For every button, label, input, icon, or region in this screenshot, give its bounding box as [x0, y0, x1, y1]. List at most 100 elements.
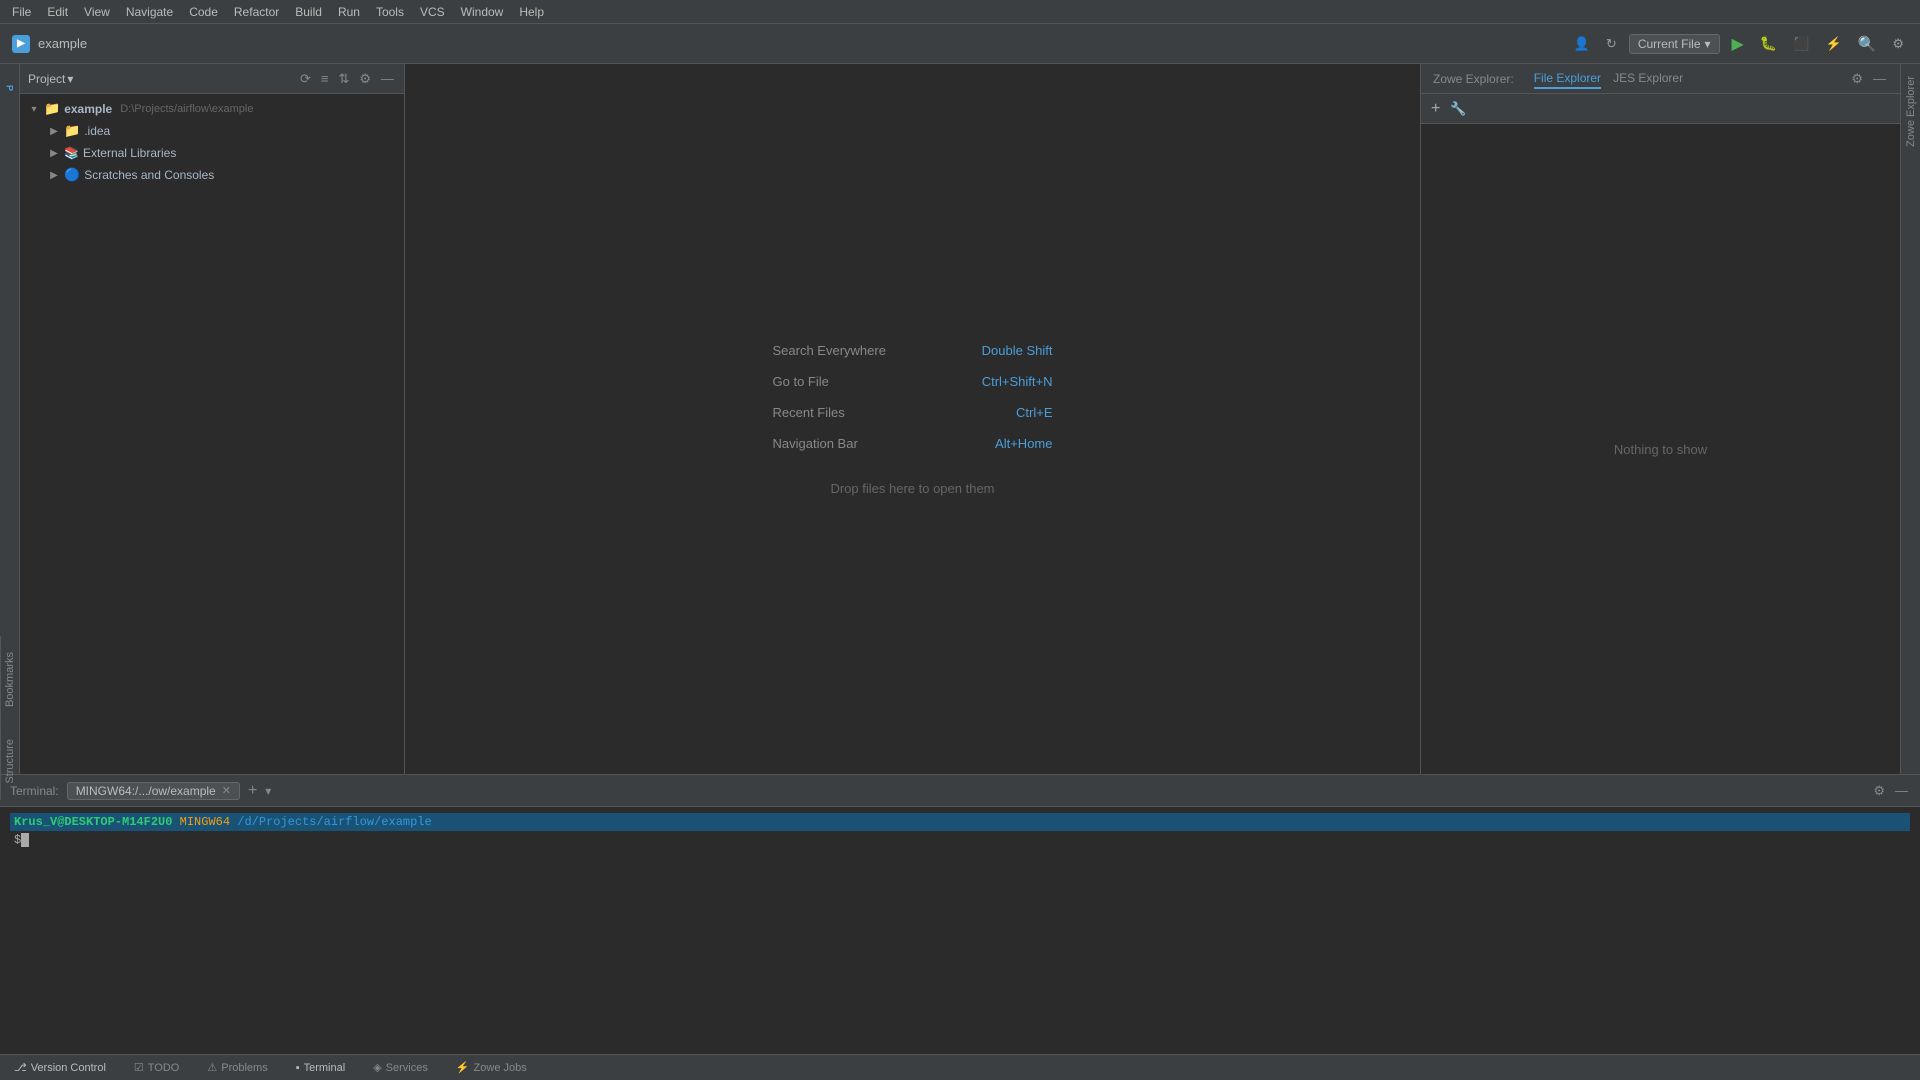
terminal-space2 — [230, 815, 237, 829]
status-services[interactable]: ◈ Services — [367, 1059, 434, 1076]
terminal-user: Krus_V@DESKTOP-M14F2U0 — [14, 815, 172, 829]
services-icon: ◈ — [373, 1061, 381, 1074]
profile-icon[interactable]: 👤 — [1570, 34, 1594, 54]
menu-file[interactable]: File — [4, 3, 39, 21]
project-dropdown[interactable]: Project ▾ — [28, 72, 73, 86]
tree-ext-icon: 📚 — [64, 146, 79, 160]
tree-root-icon: 📁 — [44, 101, 60, 117]
minimize-panel-icon[interactable]: — — [379, 70, 396, 88]
terminal-line-1: Krus_V@DESKTOP-M14F2U0 MINGW64 /d/Projec… — [10, 813, 1910, 831]
collapse-all-icon[interactable]: ⟳ — [298, 70, 313, 88]
menu-code[interactable]: Code — [181, 3, 226, 21]
run-config-label: Current File — [1638, 37, 1701, 51]
shortcut-row: Recent Files Ctrl+E — [773, 405, 1053, 420]
tree-scratch-label: Scratches and Consoles — [84, 168, 214, 182]
right-sidebar: Zowe Explorer — [1900, 64, 1920, 774]
terminal-dropdown-icon[interactable]: ▾ — [265, 784, 271, 798]
project-sidebar-tab[interactable]: P — [2, 68, 18, 108]
shortcut-key: Ctrl+E — [1016, 405, 1052, 420]
menu-build[interactable]: Build — [287, 3, 330, 21]
terminal-tab[interactable]: MINGW64:/.../ow/example ✕ — [67, 782, 240, 800]
right-panel-body: Nothing to show — [1421, 124, 1900, 774]
add-terminal-icon[interactable]: + — [248, 782, 257, 800]
status-problems[interactable]: ⚠ Problems — [201, 1059, 273, 1076]
shortcut-rows: Search Everywhere Double Shift Go to Fil… — [773, 343, 1053, 451]
version-control-icon: ⎇ — [14, 1061, 27, 1074]
menu-view[interactable]: View — [76, 3, 118, 21]
zowe-jobs-icon: ⚡ — [456, 1061, 470, 1074]
menu-tools[interactable]: Tools — [368, 3, 412, 21]
menu-refactor[interactable]: Refactor — [226, 3, 287, 21]
search-everywhere-icon[interactable]: 🔍 — [1854, 33, 1881, 55]
shortcut-label: Recent Files — [773, 405, 1007, 420]
menu-run[interactable]: Run — [330, 3, 368, 21]
zowe-label: Zowe Explorer: — [1433, 72, 1514, 86]
problems-label: Problems — [221, 1062, 267, 1074]
run-button[interactable]: ▶ — [1728, 32, 1748, 56]
sync-icon[interactable]: ↻ — [1602, 34, 1621, 54]
zowe-settings-icon[interactable]: ⚙ — [1849, 70, 1865, 88]
status-version-control[interactable]: ⎇ Version Control — [8, 1059, 112, 1076]
nothing-to-show-text: Nothing to show — [1614, 442, 1707, 457]
project-panel-actions: ⟳ ≡ ⇅ ⚙ — — [298, 70, 396, 88]
tree-idea-arrow: ▶ — [48, 125, 60, 137]
menu-help[interactable]: Help — [511, 3, 552, 21]
terminal-status-label: Terminal — [304, 1062, 346, 1074]
add-connection-icon[interactable]: + — [1429, 99, 1442, 119]
settings-panel-icon[interactable]: ⚙ — [357, 70, 373, 88]
status-terminal[interactable]: ▪ Terminal — [290, 1060, 351, 1076]
shortcut-row: Search Everywhere Double Shift — [773, 343, 1053, 358]
tree-scratch-icon: 🔵 — [64, 167, 80, 183]
menu-window[interactable]: Window — [453, 3, 512, 21]
shortcut-row: Go to File Ctrl+Shift+N — [773, 374, 1053, 389]
bottom-panel: Terminal: MINGW64:/.../ow/example ✕ + ▾ … — [0, 774, 1920, 1054]
terminal-body[interactable]: Krus_V@DESKTOP-M14F2U0 MINGW64 /d/Projec… — [0, 807, 1920, 1054]
tree-idea[interactable]: ▶ 📁 .idea — [20, 120, 404, 142]
tree-idea-label: .idea — [84, 124, 110, 138]
tab-jes-explorer[interactable]: JES Explorer — [1613, 69, 1683, 89]
wrench-icon[interactable]: 🔧 — [1448, 100, 1468, 118]
status-zowe-jobs[interactable]: ⚡ Zowe Jobs — [450, 1059, 533, 1076]
status-todo[interactable]: ☑ TODO — [128, 1059, 185, 1076]
project-panel: Project ▾ ⟳ ≡ ⇅ ⚙ — ▾ 📁 example D:\Proje… — [20, 64, 405, 774]
sort-icon[interactable]: ⇅ — [336, 70, 351, 88]
menu-edit[interactable]: Edit — [39, 3, 76, 21]
terminal-line-2: $ — [10, 831, 1910, 849]
tab-file-explorer[interactable]: File Explorer — [1534, 69, 1601, 89]
services-label: Services — [386, 1062, 428, 1074]
structure-label[interactable]: Structure — [0, 723, 18, 774]
tree-root[interactable]: ▾ 📁 example D:\Projects/airflow\example — [20, 98, 404, 120]
bookmarks-label[interactable]: Bookmarks — [0, 636, 18, 723]
right-sidebar-label[interactable]: Zowe Explorer — [1903, 64, 1919, 159]
tree-scratches[interactable]: ▶ 🔵 Scratches and Consoles — [20, 164, 404, 186]
settings-icon[interactable]: ⚙ — [1888, 34, 1908, 54]
project-panel-header: Project ▾ ⟳ ≡ ⇅ ⚙ — — [20, 64, 404, 94]
run-with-coverage-button[interactable]: ⚡ — [1821, 34, 1845, 54]
shortcut-key: Double Shift — [982, 343, 1053, 358]
terminal-path: /d/Projects/airflow/example — [237, 815, 431, 829]
terminal-tab-close[interactable]: ✕ — [222, 784, 231, 797]
tree-ext-arrow: ▶ — [48, 147, 60, 159]
right-panel-toolbar: + 🔧 — [1421, 94, 1900, 124]
todo-icon: ☑ — [134, 1061, 144, 1074]
shortcut-label: Search Everywhere — [773, 343, 972, 358]
menu-navigate[interactable]: Navigate — [118, 3, 181, 21]
debug-button[interactable]: 🐛 — [1756, 33, 1781, 54]
run-config-dropdown[interactable]: Current File ▾ — [1629, 34, 1720, 54]
terminal-actions: ⚙ — — [1871, 782, 1910, 800]
stop-button[interactable]: ⬛ — [1789, 34, 1813, 54]
terminal-minimize-icon[interactable]: — — [1893, 782, 1910, 800]
shortcut-row: Navigation Bar Alt+Home — [773, 436, 1053, 451]
app-title: example — [38, 36, 87, 51]
zowe-minimize-icon[interactable]: — — [1871, 70, 1888, 88]
problems-icon: ⚠ — [207, 1061, 217, 1074]
menu-vcs[interactable]: VCS — [412, 3, 453, 21]
shortcut-key: Alt+Home — [995, 436, 1052, 451]
tree-scratch-arrow: ▶ — [48, 169, 60, 181]
zowe-jobs-label: Zowe Jobs — [474, 1062, 527, 1074]
editor-placeholder: Search Everywhere Double Shift Go to Fil… — [405, 64, 1420, 774]
tree-external-libraries[interactable]: ▶ 📚 External Libraries — [20, 142, 404, 164]
project-dropdown-label: Project — [28, 72, 65, 86]
terminal-settings-icon[interactable]: ⚙ — [1871, 782, 1887, 800]
align-icon[interactable]: ≡ — [319, 70, 331, 88]
